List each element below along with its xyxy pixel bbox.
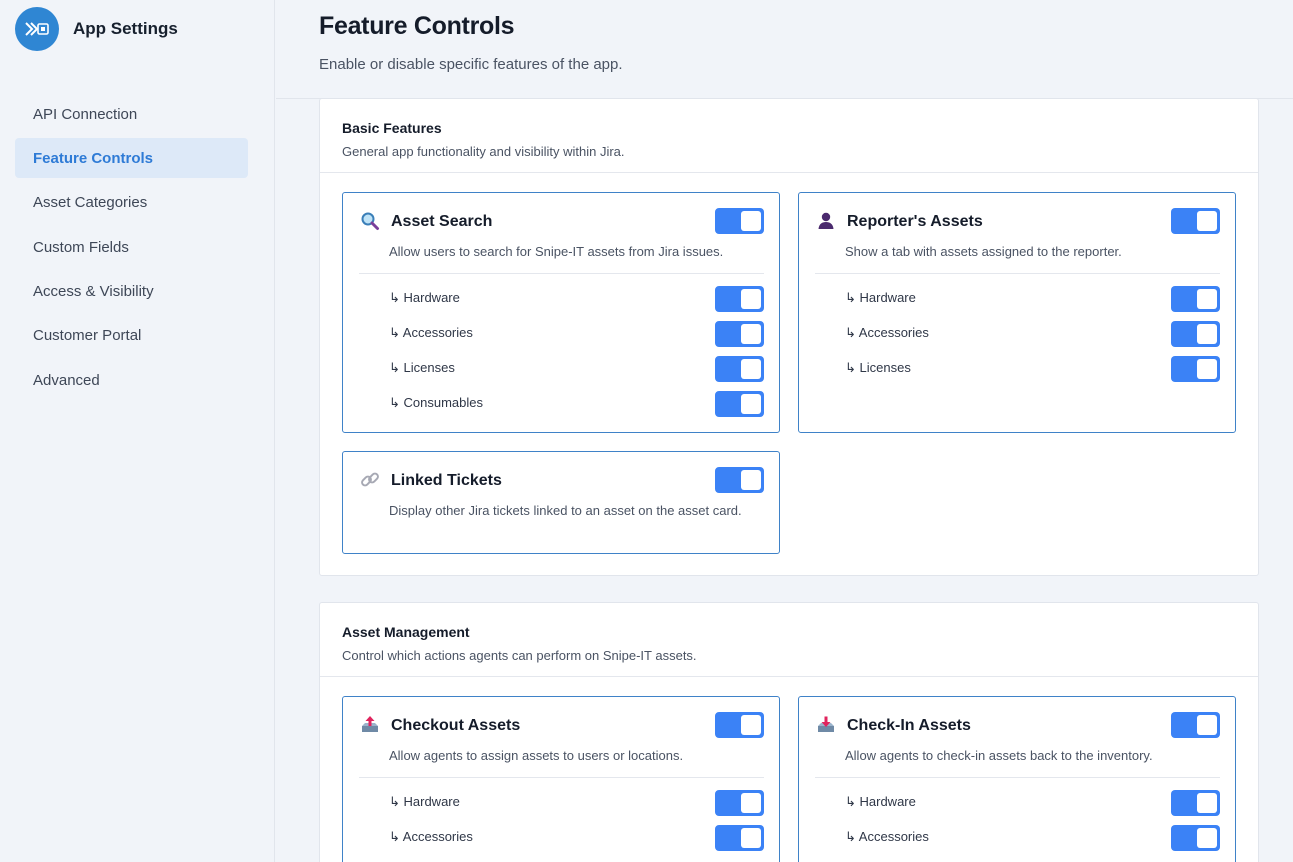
page-header: Feature Controls Enable or disable speci…	[276, 0, 1293, 99]
sidebar-item-advanced[interactable]: Advanced	[15, 360, 248, 400]
sub-feature-hardware: ↳ Hardware	[799, 787, 1235, 822]
section-description: Control which actions agents can perform…	[342, 648, 697, 663]
sub-feature-label: ↳ Accessories	[845, 325, 929, 340]
sub-feature-hardware: ↳ Hardware	[343, 787, 779, 822]
sidebar-item-asset-categories[interactable]: Asset Categories	[15, 183, 248, 223]
section-asset-management: Asset Management Control which actions a…	[319, 602, 1259, 862]
licenses-toggle[interactable]	[715, 356, 764, 382]
sub-feature-accessories: ↳ Accessories	[343, 318, 779, 353]
sub-feature-label: ↳ Hardware	[389, 794, 460, 809]
sub-feature-list: ↳ Hardware ↳ Accessories ↳ Licenses	[799, 283, 1235, 388]
sub-feature-label: ↳ Consumables	[389, 395, 483, 410]
card-header: Check-In Assets Allow agents to check-in…	[799, 697, 1235, 777]
checkin-assets-toggle[interactable]	[1171, 712, 1220, 738]
sub-feature-licenses: ↳ Licenses	[343, 353, 779, 388]
hardware-toggle[interactable]	[1171, 286, 1220, 312]
section-header: Basic Features General app functionality…	[320, 99, 1258, 173]
licenses-toggle[interactable]	[1171, 356, 1220, 382]
sidebar-item-customer-portal[interactable]: Customer Portal	[15, 316, 248, 356]
sub-feature-licenses: ↳ Licenses	[799, 353, 1235, 388]
app-logo-icon	[15, 7, 59, 51]
sub-feature-hardware: ↳ Hardware	[799, 283, 1235, 318]
sub-feature-label: ↳ Hardware	[845, 794, 916, 809]
sub-feature-label: ↳ Hardware	[389, 290, 460, 305]
sidebar-nav: API Connection Feature Controls Asset Ca…	[15, 94, 248, 405]
user-icon	[816, 211, 836, 231]
sub-feature-hardware: ↳ Hardware	[343, 283, 779, 318]
sub-feature-accessories: ↳ Accessories	[343, 822, 779, 857]
sub-feature-label: ↳ Accessories	[389, 829, 473, 844]
section-title: Basic Features	[342, 120, 442, 136]
sidebar-item-access-visibility[interactable]: Access & Visibility	[15, 272, 248, 312]
sub-feature-accessories: ↳ Accessories	[799, 822, 1235, 857]
page-title: Feature Controls	[319, 12, 515, 40]
accessories-toggle[interactable]	[715, 825, 764, 851]
sidebar: App Settings API Connection Feature Cont…	[0, 0, 275, 862]
divider	[359, 273, 764, 274]
card-description: Allow users to search for Snipe-IT asset…	[389, 244, 724, 259]
link-icon	[360, 470, 380, 490]
sub-feature-label: ↳ Accessories	[845, 829, 929, 844]
sub-feature-label: ↳ Licenses	[389, 360, 455, 375]
outbox-tray-icon	[360, 715, 380, 735]
card-header: Reporter's Assets Show a tab with assets…	[799, 193, 1235, 273]
asset-search-toggle[interactable]	[715, 208, 764, 234]
card-description: Allow agents to check-in assets back to …	[845, 748, 1153, 763]
card-title: Checkout Assets	[391, 717, 521, 734]
sub-feature-list: ↳ Hardware ↳ Accessories	[343, 787, 779, 857]
sidebar-item-custom-fields[interactable]: Custom Fields	[15, 227, 248, 267]
page-subtitle: Enable or disable specific features of t…	[319, 56, 623, 73]
divider	[815, 777, 1220, 778]
inbox-tray-icon	[816, 715, 836, 735]
sub-feature-label: ↳ Accessories	[389, 325, 473, 340]
hardware-toggle[interactable]	[1171, 790, 1220, 816]
brand: App Settings	[15, 7, 178, 51]
card-title: Linked Tickets	[391, 472, 502, 489]
section-title: Asset Management	[342, 624, 470, 640]
card-linked-tickets: Linked Tickets Display other Jira ticket…	[342, 451, 780, 554]
hardware-toggle[interactable]	[715, 286, 764, 312]
divider	[359, 777, 764, 778]
sidebar-item-feature-controls[interactable]: Feature Controls	[15, 138, 248, 179]
card-description: Allow agents to assign assets to users o…	[389, 748, 684, 763]
consumables-toggle[interactable]	[715, 391, 764, 417]
checkout-assets-toggle[interactable]	[715, 712, 764, 738]
accessories-toggle[interactable]	[1171, 825, 1220, 851]
accessories-toggle[interactable]	[715, 321, 764, 347]
linked-tickets-toggle[interactable]	[715, 467, 764, 493]
hardware-toggle[interactable]	[715, 790, 764, 816]
app-title: App Settings	[73, 19, 178, 38]
card-title: Reporter's Assets	[847, 213, 983, 230]
sub-feature-accessories: ↳ Accessories	[799, 318, 1235, 353]
card-description: Show a tab with assets assigned to the r…	[845, 244, 1122, 259]
card-checkout-assets: Checkout Assets Allow agents to assign a…	[342, 696, 780, 862]
sub-feature-list: ↳ Hardware ↳ Accessories ↳ Licenses ↳ Co…	[343, 283, 779, 423]
card-header: Asset Search Allow users to search for S…	[343, 193, 779, 273]
card-title: Asset Search	[391, 213, 493, 230]
sub-feature-label: ↳ Licenses	[845, 360, 911, 375]
section-header: Asset Management Control which actions a…	[320, 603, 1258, 677]
accessories-toggle[interactable]	[1171, 321, 1220, 347]
card-asset-search: Asset Search Allow users to search for S…	[342, 192, 780, 433]
card-reporters-assets: Reporter's Assets Show a tab with assets…	[798, 192, 1236, 433]
sidebar-item-api-connection[interactable]: API Connection	[15, 94, 248, 134]
section-description: General app functionality and visibility…	[342, 144, 625, 159]
card-header: Checkout Assets Allow agents to assign a…	[343, 697, 779, 777]
section-basic-features: Basic Features General app functionality…	[319, 98, 1259, 576]
sub-feature-consumables: ↳ Consumables	[343, 388, 779, 423]
divider	[815, 273, 1220, 274]
card-header: Linked Tickets Display other Jira ticket…	[343, 452, 779, 532]
sub-feature-label: ↳ Hardware	[845, 290, 916, 305]
card-description: Display other Jira tickets linked to an …	[389, 503, 742, 518]
sub-feature-list: ↳ Hardware ↳ Accessories	[799, 787, 1235, 857]
reporters-assets-toggle[interactable]	[1171, 208, 1220, 234]
card-title: Check-In Assets	[847, 717, 971, 734]
card-checkin-assets: Check-In Assets Allow agents to check-in…	[798, 696, 1236, 862]
magnifier-icon	[360, 211, 380, 231]
